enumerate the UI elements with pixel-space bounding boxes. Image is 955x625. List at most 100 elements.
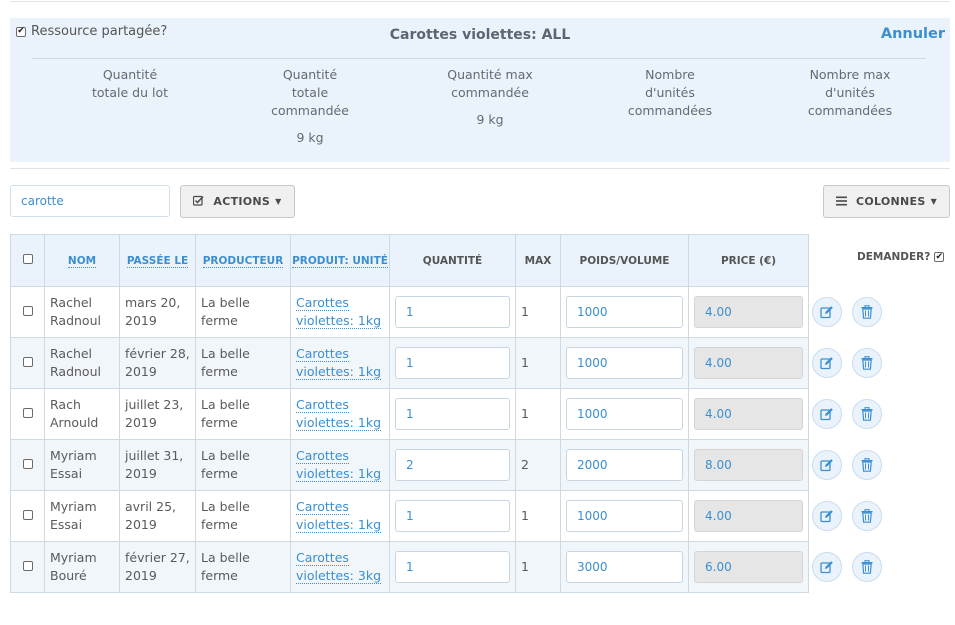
row-checkbox[interactable] [22,561,33,571]
row-date: juillet 31, 2019 [119,439,196,491]
price-field: 4.00 [694,398,803,430]
row-product-link[interactable]: Carottes violettes: 1kg [296,448,381,482]
row-producer: La belle ferme [195,541,291,593]
row-actions [812,501,892,531]
row-checkbox[interactable] [22,510,33,520]
quantity-input[interactable]: 1 [395,398,510,430]
row-checkbox[interactable] [22,408,33,418]
row-checkbox[interactable] [22,306,33,316]
top-divider [10,0,950,2]
panel-title: Carottes violettes: ALL [389,27,571,43]
row-date: mars 20, 2019 [119,286,196,338]
columns-label: COLONNES [855,195,926,208]
caret-down-icon: ▼ [275,197,282,206]
stat-value: 9 kg [296,130,324,145]
quantity-input[interactable]: 2 [395,449,510,481]
price-field: 4.00 [694,500,803,532]
weight-input[interactable]: 3000 [566,551,683,583]
row-name: Myriam Bouré [44,541,120,593]
column-header-max: MAX [515,234,561,287]
stat-max-units-ordered: Nombre max d'unités commandées [770,66,930,120]
stat-label: Quantité totale commandée [271,67,349,118]
actions-button[interactable]: ACTIONS ▼ [180,185,295,218]
weight-input[interactable]: 1000 [566,347,683,379]
trash-icon[interactable] [852,552,882,582]
row-name: Rach Arnould [44,388,120,440]
table-row: Myriam Essai juillet 31, 2019 La belle f… [10,439,809,491]
quantity-input[interactable]: 1 [395,347,510,379]
row-product-link[interactable]: Carottes violettes: 1kg [296,499,381,533]
row-actions [812,450,892,480]
stat-max-ordered: Quantité max commandée 9 kg [410,66,570,129]
weight-input[interactable]: 1000 [566,296,683,328]
row-actions [812,348,892,378]
select-all-header [10,234,45,287]
quantity-input[interactable]: 1 [395,296,510,328]
columns-button[interactable]: COLONNES ▼ [823,185,950,218]
column-header-weight: POIDS/VOLUME [560,234,689,287]
table-header-row: NOM PASSÉE LE PRODUCTEUR PRODUIT: UNITÉ … [10,234,809,287]
row-product-link[interactable]: Carottes violettes: 1kg [296,295,381,329]
ask-column-header: DEMANDER? ✔ [857,251,945,263]
row-max: 1 [515,337,561,389]
column-header-date[interactable]: PASSÉE LE [119,234,196,287]
stat-label: Quantité totale du lot [91,67,169,100]
edit-icon[interactable] [812,450,842,480]
edit-icon[interactable] [812,501,842,531]
row-max: 1 [515,286,561,338]
stat-label: Quantité max commandée [447,67,533,100]
cancel-link[interactable]: Annuler [881,26,945,42]
row-checkbox[interactable] [22,459,33,469]
trash-icon[interactable] [852,297,882,327]
row-product-link[interactable]: Carottes violettes: 3kg [296,550,381,584]
edit-icon[interactable] [812,399,842,429]
price-field: 6.00 [694,551,803,583]
row-date: avril 25, 2019 [119,490,196,542]
row-name: Rachel Radnoul [44,337,120,389]
row-producer: La belle ferme [195,439,291,491]
row-producer: La belle ferme [195,337,291,389]
checkbox-icon [193,195,204,209]
summary-panel: ✔ Ressource partagée? Carottes violettes… [10,18,950,162]
row-producer: La belle ferme [195,286,291,338]
trash-icon[interactable] [852,501,882,531]
price-field: 4.00 [694,347,803,379]
quantity-input[interactable]: 1 [395,551,510,583]
table-row: Rachel Radnoul mars 20, 2019 La belle fe… [10,286,809,338]
stat-total-ordered: Quantité totale commandée 9 kg [230,66,390,147]
row-checkbox[interactable] [22,357,33,367]
trash-icon[interactable] [852,450,882,480]
table-row: Rach Arnould juillet 23, 2019 La belle f… [10,388,809,440]
weight-input[interactable]: 1000 [566,500,683,532]
column-header-product[interactable]: PRODUIT: UNITÉ [290,234,390,287]
quantity-input[interactable]: 1 [395,500,510,532]
column-header-producer[interactable]: PRODUCTEUR [195,234,291,287]
section-divider [10,168,950,169]
edit-icon[interactable] [812,348,842,378]
stat-value: 9 kg [476,112,504,127]
row-name: Myriam Essai [44,490,120,542]
orders-table: NOM PASSÉE LE PRODUCTEUR PRODUIT: UNITÉ … [10,234,809,593]
row-actions [812,552,892,582]
row-product-link[interactable]: Carottes violettes: 1kg [296,346,381,380]
actions-label: ACTIONS [213,195,271,208]
stat-total-lot: Quantité totale du lot [50,66,210,102]
column-header-name[interactable]: NOM [44,234,120,287]
edit-icon[interactable] [812,297,842,327]
trash-icon[interactable] [852,399,882,429]
row-product-link[interactable]: Carottes violettes: 1kg [296,397,381,431]
row-max: 1 [515,388,561,440]
row-actions [812,399,892,429]
row-date: février 27, 2019 [119,541,196,593]
weight-input[interactable]: 2000 [566,449,683,481]
trash-icon[interactable] [852,348,882,378]
edit-icon[interactable] [812,552,842,582]
ask-all-checkbox[interactable]: ✔ [934,252,945,262]
table-row: Myriam Essai avril 25, 2019 La belle fer… [10,490,809,542]
weight-input[interactable]: 1000 [566,398,683,430]
select-all-checkbox[interactable] [22,253,33,264]
row-date: février 28, 2019 [119,337,196,389]
search-input[interactable] [10,185,170,217]
ask-header-label: DEMANDER? [857,251,931,263]
row-date: juillet 23, 2019 [119,388,196,440]
